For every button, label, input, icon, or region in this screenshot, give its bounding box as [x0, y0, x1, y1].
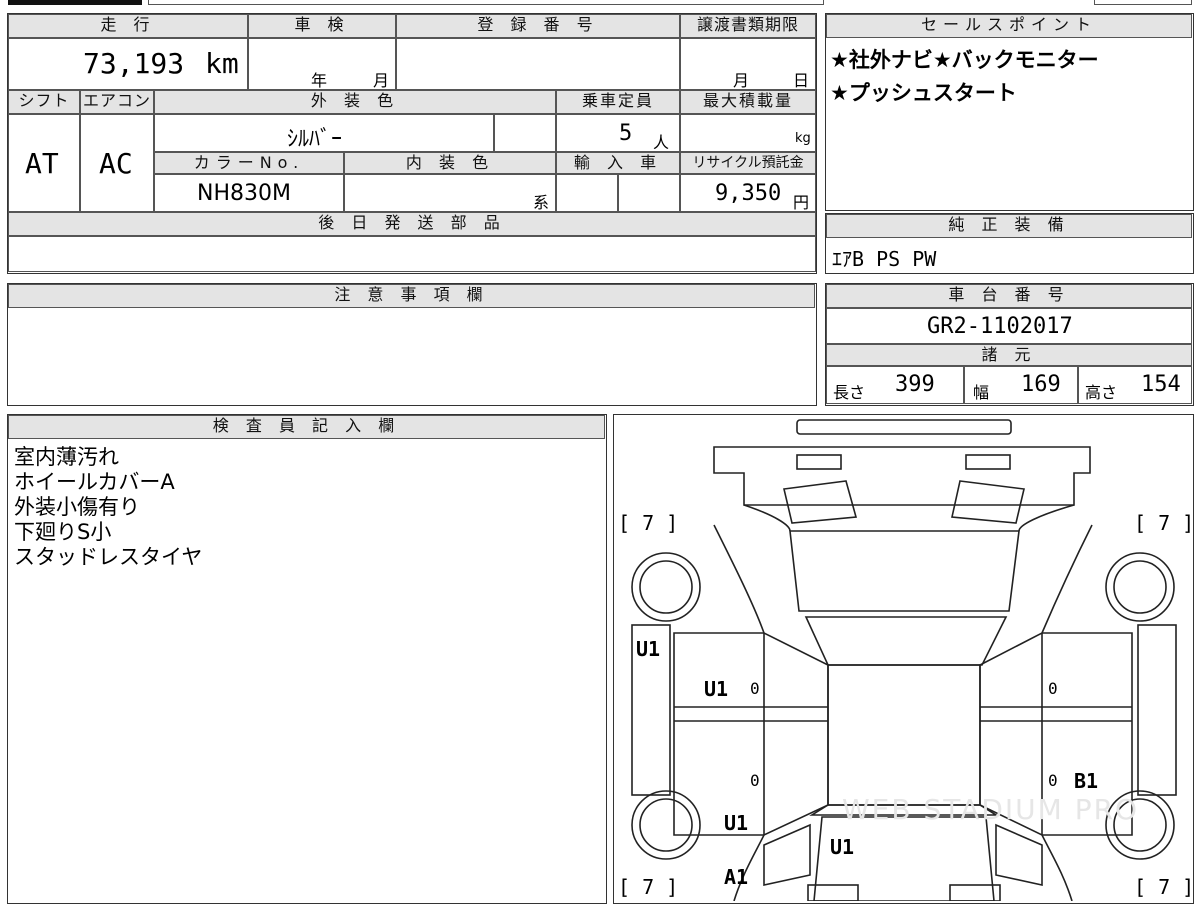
damage-mark-lr-glass: 0 [750, 771, 760, 790]
mileage-cell: 73,193 km [8, 38, 248, 90]
width-value: 169 [1021, 372, 1061, 397]
recycle-label: リサイクル預託金 [680, 152, 816, 174]
exterior-color-cell: ｼﾙﾊﾞｰ [154, 114, 494, 152]
chassis-box: 車 台 番 号 GR2-1102017 諸 元 長さ 399 幅 169 高さ … [825, 283, 1194, 406]
inspector-note: スタッドレスタイヤ [14, 545, 203, 569]
transfer-deadline-cell: 月 日 [680, 38, 816, 90]
import-label: 輸 入 車 [556, 152, 680, 174]
aircon-cell: AC [80, 114, 154, 212]
later-parts-cell [8, 236, 816, 272]
interior-color-unit: 系 [533, 193, 550, 212]
mileage-value: 73,193 [83, 47, 185, 80]
registration-label: 登 録 番 号 [396, 14, 680, 38]
width-cell: 幅 169 [964, 366, 1078, 404]
width-label: 幅 [973, 383, 990, 402]
sales-points-label: セールスポイント [826, 14, 1192, 38]
tire-front-left-rating: [ 7 ] [618, 511, 679, 535]
transfer-day: 日 [793, 71, 810, 90]
aircon-value: AC [99, 147, 133, 180]
dimensions-label: 諸 元 [826, 344, 1192, 366]
inspector-notes: 室内薄汚れ ホイールカバーA 外装小傷有り 下廻りS小 スタッドレスタイヤ [14, 445, 202, 570]
height-cell: 高さ 154 [1078, 366, 1192, 404]
length-label: 長さ [833, 383, 866, 402]
tire-rear-left-rating: [ 7 ] [618, 875, 679, 899]
transfer-month: 月 [733, 71, 750, 90]
shift-value: AT [25, 147, 59, 180]
chassis-label: 車 台 番 号 [826, 284, 1192, 308]
top-strip [8, 0, 1192, 6]
shift-label: シフト [8, 90, 80, 114]
inspector-label: 検 査 員 記 入 欄 [8, 415, 605, 439]
capacity-cell: 5 人 [556, 114, 680, 152]
damage-mark-rf-glass: 0 [1048, 679, 1058, 698]
recycle-unit: 円 [793, 193, 810, 212]
max-load-label: 最大積載量 [680, 90, 816, 114]
caution-label: 注 意 事 項 欄 [8, 284, 815, 308]
inspector-box: 検 査 員 記 入 欄 室内薄汚れ ホイールカバーA 外装小傷有り 下廻りS小 … [7, 414, 607, 904]
color-no-cell: NH830M [154, 174, 344, 212]
import-cell-a [556, 174, 618, 212]
inspector-note: 下廻りS小 [14, 520, 112, 544]
color-no-label: カラーNo. [154, 152, 344, 174]
damage-mark-left-fender: U1 [636, 637, 661, 661]
sales-points-box: セールスポイント ★社外ナビ★バックモニター ★プッシュスタート [825, 13, 1194, 211]
inspection-label: 車 検 [248, 14, 396, 38]
capacity-unit: 人 [653, 133, 670, 152]
inspector-note: 室内薄汚れ [14, 445, 119, 469]
equipment-value: ｴｱB PS PW [832, 247, 937, 271]
exterior-color-label: 外 装 色 [154, 90, 556, 114]
vehicle-info-form: 走 行 車 検 登 録 番 号 譲渡書類期限 73,193 km 年 月 月 日… [7, 13, 817, 274]
max-load-unit: kg [795, 131, 811, 146]
exterior-color-value: ｼﾙﾊﾞｰ [287, 127, 343, 152]
recycle-cell: 9,350 円 [680, 174, 816, 212]
damage-mark-right-rear-door: B1 [1074, 769, 1099, 793]
import-cell-b [618, 174, 680, 212]
aircon-label: エアコン [80, 90, 154, 114]
caution-box: 注 意 事 項 欄 [7, 283, 817, 406]
capacity-value: 5 [619, 121, 633, 146]
length-value: 399 [895, 372, 935, 397]
color-no-value: NH830M [197, 181, 291, 206]
inspector-note: 外装小傷有り [14, 495, 140, 519]
watermark: WEB STADIUM PRO [842, 793, 1140, 826]
chassis-cell: GR2-1102017 [826, 308, 1192, 344]
chassis-value: GR2-1102017 [927, 314, 1073, 339]
interior-color-cell: 系 [344, 174, 556, 212]
damage-mark-left-rear-quarter: U1 [724, 811, 749, 835]
exterior-color-extra-cell [494, 114, 556, 152]
shift-cell: AT [8, 114, 80, 212]
mileage-label: 走 行 [8, 14, 248, 38]
damage-mark-lf-glass: 0 [750, 679, 760, 698]
sales-point-line-2: ★プッシュスタート [830, 81, 1017, 105]
height-value: 154 [1141, 372, 1181, 397]
damage-mark-rear-center: U1 [830, 835, 855, 859]
equipment-label: 純 正 装 備 [826, 214, 1192, 238]
later-parts-label: 後 日 発 送 部 品 [8, 212, 816, 236]
damage-mark-left-rear-lower: A1 [724, 865, 749, 889]
inspection-month: 月 [373, 71, 390, 90]
car-diagram-box: [ 7 ] [ 7 ] [ 7 ] [ 7 ] U1 U1 0 0 0 0 B1… [613, 414, 1194, 904]
length-cell: 長さ 399 [826, 366, 964, 404]
recycle-value: 9,350 [715, 181, 782, 206]
damage-mark-rr-glass: 0 [1048, 771, 1058, 790]
max-load-cell: kg [680, 114, 816, 152]
damage-mark-left-front-door: U1 [704, 677, 729, 701]
equipment-box: 純 正 装 備 ｴｱB PS PW [825, 213, 1194, 274]
tire-rear-right-rating: [ 7 ] [1134, 875, 1195, 899]
inspection-year: 年 [311, 71, 328, 90]
car-diagram [631, 419, 1177, 901]
mileage-unit: km [205, 47, 239, 80]
capacity-label: 乗車定員 [556, 90, 680, 114]
transfer-deadline-label: 譲渡書類期限 [680, 14, 816, 38]
registration-cell [396, 38, 680, 90]
interior-color-label: 内 装 色 [344, 152, 556, 174]
height-label: 高さ [1085, 383, 1118, 402]
sales-point-line-1: ★社外ナビ★バックモニター [830, 48, 1099, 72]
tire-front-right-rating: [ 7 ] [1134, 511, 1195, 535]
inspection-cell: 年 月 [248, 38, 396, 90]
inspector-note: ホイールカバーA [14, 470, 175, 494]
